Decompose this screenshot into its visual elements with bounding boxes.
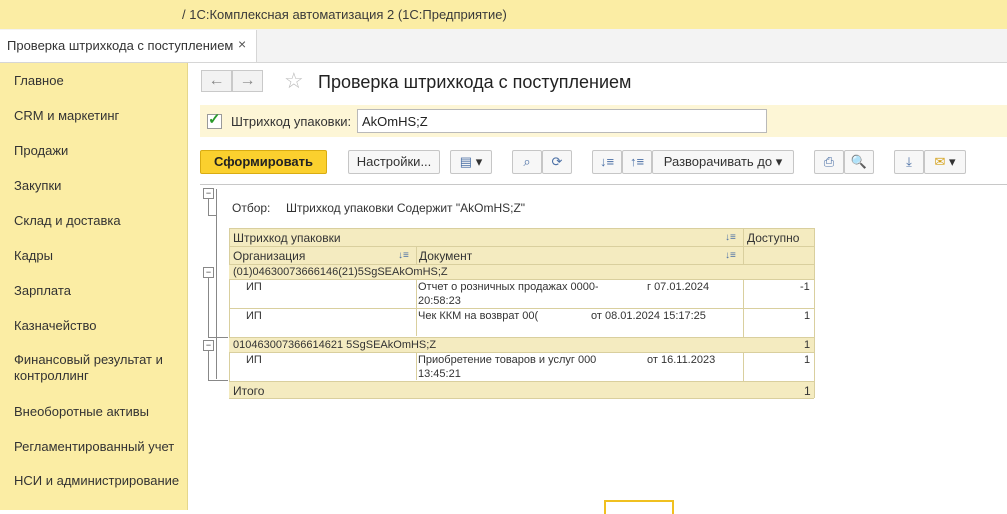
save-button[interactable]: ⤓ <box>894 150 924 174</box>
group-barcode[interactable]: (01)04630073666146(21)5SgSEAkOmHS;Z <box>233 266 448 278</box>
row-quantity[interactable]: -1 <box>800 281 810 293</box>
total-value[interactable]: 1 <box>804 384 811 398</box>
row-document-time[interactable]: 20:58:23 <box>418 295 461 307</box>
checkmark-icon: ✓ <box>208 111 221 128</box>
star-icon[interactable]: ☆ <box>284 68 304 94</box>
row-document-time[interactable]: 13:45:21 <box>418 368 461 380</box>
barcode-filter-label: Штрихкод упаковки: <box>231 114 352 129</box>
collapse-icon[interactable]: − <box>203 188 214 199</box>
sort-desc-icon: ↓≡ <box>599 154 615 169</box>
title-bar: / 1С:Комплексная автоматизация 2 (1С:Пре… <box>0 0 1007 29</box>
selection-value: Штрихкод упаковки Содержит "AkOmHS;Z" <box>286 201 526 215</box>
row-organization[interactable]: ИП <box>246 281 262 293</box>
preview-button[interactable]: 🔍 <box>844 150 874 174</box>
barcode-input[interactable]: AkOmHS;Z <box>357 109 767 133</box>
group-barcode[interactable]: 010463007366614621 5SgSEAkOmHS;Z <box>233 339 436 351</box>
collapse-icon[interactable]: − <box>203 340 214 351</box>
selection-frame[interactable] <box>604 500 674 514</box>
sidebar-item-financial-result[interactable]: Финансовый результат и контроллинг <box>14 352 182 384</box>
row-quantity[interactable]: 1 <box>804 354 810 366</box>
expand-to-label: Разворачивать до <box>663 154 773 169</box>
sidebar-item-admin[interactable]: НСИ и администрирование <box>14 473 182 489</box>
variants-dropdown[interactable]: ▤ ▾ <box>450 150 492 174</box>
tab-label: Проверка штрихкода с поступлением <box>7 38 234 53</box>
report-sheet: − Отбор: Штрихкод упаковки Содержит "AkO… <box>200 184 1007 511</box>
header-organization[interactable]: Организация <box>233 249 305 263</box>
search-icon: ⌕ <box>523 154 531 169</box>
filter-bar: ✓ Штрихкод упаковки: AkOmHS;Z <box>200 105 1007 137</box>
row-document-date[interactable]: от 16.11.2023 <box>647 354 715 366</box>
back-button[interactable]: ← <box>201 70 232 92</box>
print-icon: ⎙ <box>823 154 835 169</box>
sidebar-item-warehouse[interactable]: Склад и доставка <box>14 213 182 229</box>
search-replace-button[interactable]: ⟳ <box>542 150 572 174</box>
barcode-filter-checkbox[interactable]: ✓ <box>207 111 222 129</box>
preview-icon: 🔍 <box>850 154 868 169</box>
report-variant-icon: ▤ <box>459 154 473 169</box>
row-organization[interactable]: ИП <box>246 354 262 366</box>
total-label[interactable]: Итого <box>233 384 264 398</box>
sidebar-item-fixed-assets[interactable]: Внеоборотные активы <box>14 404 182 420</box>
sidebar-item-sales[interactable]: Продажи <box>14 143 182 159</box>
selection-label: Отбор: <box>232 201 271 215</box>
row-quantity[interactable]: 1 <box>804 310 810 322</box>
sidebar: Главное CRM и маркетинг Продажи Закупки … <box>0 63 188 510</box>
expand-to-dropdown[interactable]: Разворачивать до ▾ <box>652 150 794 174</box>
group-total[interactable]: 1 <box>804 339 810 351</box>
sort-desc-button[interactable]: ↓≡ <box>592 150 622 174</box>
row-organization[interactable]: ИП <box>246 310 262 322</box>
row-document-date[interactable]: г 07.01.2024 <box>647 281 709 293</box>
header-document[interactable]: Документ <box>419 249 472 263</box>
sidebar-item-treasury[interactable]: Казначейство <box>14 318 182 334</box>
sidebar-item-purchases[interactable]: Закупки <box>14 178 182 194</box>
chevron-down-icon: ▾ <box>775 154 783 169</box>
total-row[interactable] <box>229 382 814 398</box>
tab-bar: Проверка штрихкода с поступлением × <box>0 29 1007 63</box>
chevron-down-icon: ▾ <box>949 154 956 169</box>
chevron-down-icon: ▾ <box>475 154 483 169</box>
sidebar-item-crm[interactable]: CRM и маркетинг <box>14 108 182 124</box>
row-document[interactable]: Отчет о розничных продажах 0000- <box>418 281 598 293</box>
sort-asc-icon: ↑≡ <box>629 154 645 169</box>
generate-button[interactable]: Сформировать <box>200 150 327 174</box>
window-title: / 1С:Комплексная автоматизация 2 (1С:Пре… <box>182 7 507 22</box>
row-document-date[interactable]: от 08.01.2024 15:17:25 <box>591 310 706 322</box>
send-dropdown[interactable]: ✉ ▾ <box>924 150 966 174</box>
refresh-search-icon: ⟳ <box>551 154 563 169</box>
forward-button[interactable]: → <box>232 70 263 92</box>
sort-icon[interactable]: ↓≡ <box>398 250 409 261</box>
settings-button[interactable]: Настройки... <box>348 150 440 174</box>
print-button[interactable]: ⎙ <box>814 150 844 174</box>
mail-icon: ✉ <box>934 154 946 169</box>
main-area: ← → ☆ Проверка штрихкода с поступлением … <box>188 63 1007 514</box>
sort-icon[interactable]: ↓≡ <box>725 232 736 243</box>
sort-icon[interactable]: ↓≡ <box>725 250 736 261</box>
row-document[interactable]: Чек ККМ на возврат 00( <box>418 310 538 322</box>
sort-asc-button[interactable]: ↑≡ <box>622 150 652 174</box>
header-available[interactable]: Доступно <box>747 231 799 245</box>
collapse-icon[interactable]: − <box>203 267 214 278</box>
sidebar-item-main[interactable]: Главное <box>14 73 182 89</box>
search-button[interactable]: ⌕ <box>512 150 542 174</box>
tab-barcode-check[interactable]: Проверка штрихкода с поступлением × <box>0 30 257 62</box>
page-title: Проверка штрихкода с поступлением <box>318 72 632 92</box>
sidebar-item-payroll[interactable]: Зарплата <box>14 283 182 299</box>
row-document[interactable]: Приобретение товаров и услуг 000 <box>418 354 598 366</box>
sidebar-item-regulated-accounting[interactable]: Регламентированный учет <box>14 439 182 455</box>
header-barcode[interactable]: Штрихкод упаковки <box>233 231 341 245</box>
download-icon: ⤓ <box>906 154 912 169</box>
sidebar-item-hr[interactable]: Кадры <box>14 248 182 264</box>
close-icon[interactable]: × <box>238 36 246 52</box>
